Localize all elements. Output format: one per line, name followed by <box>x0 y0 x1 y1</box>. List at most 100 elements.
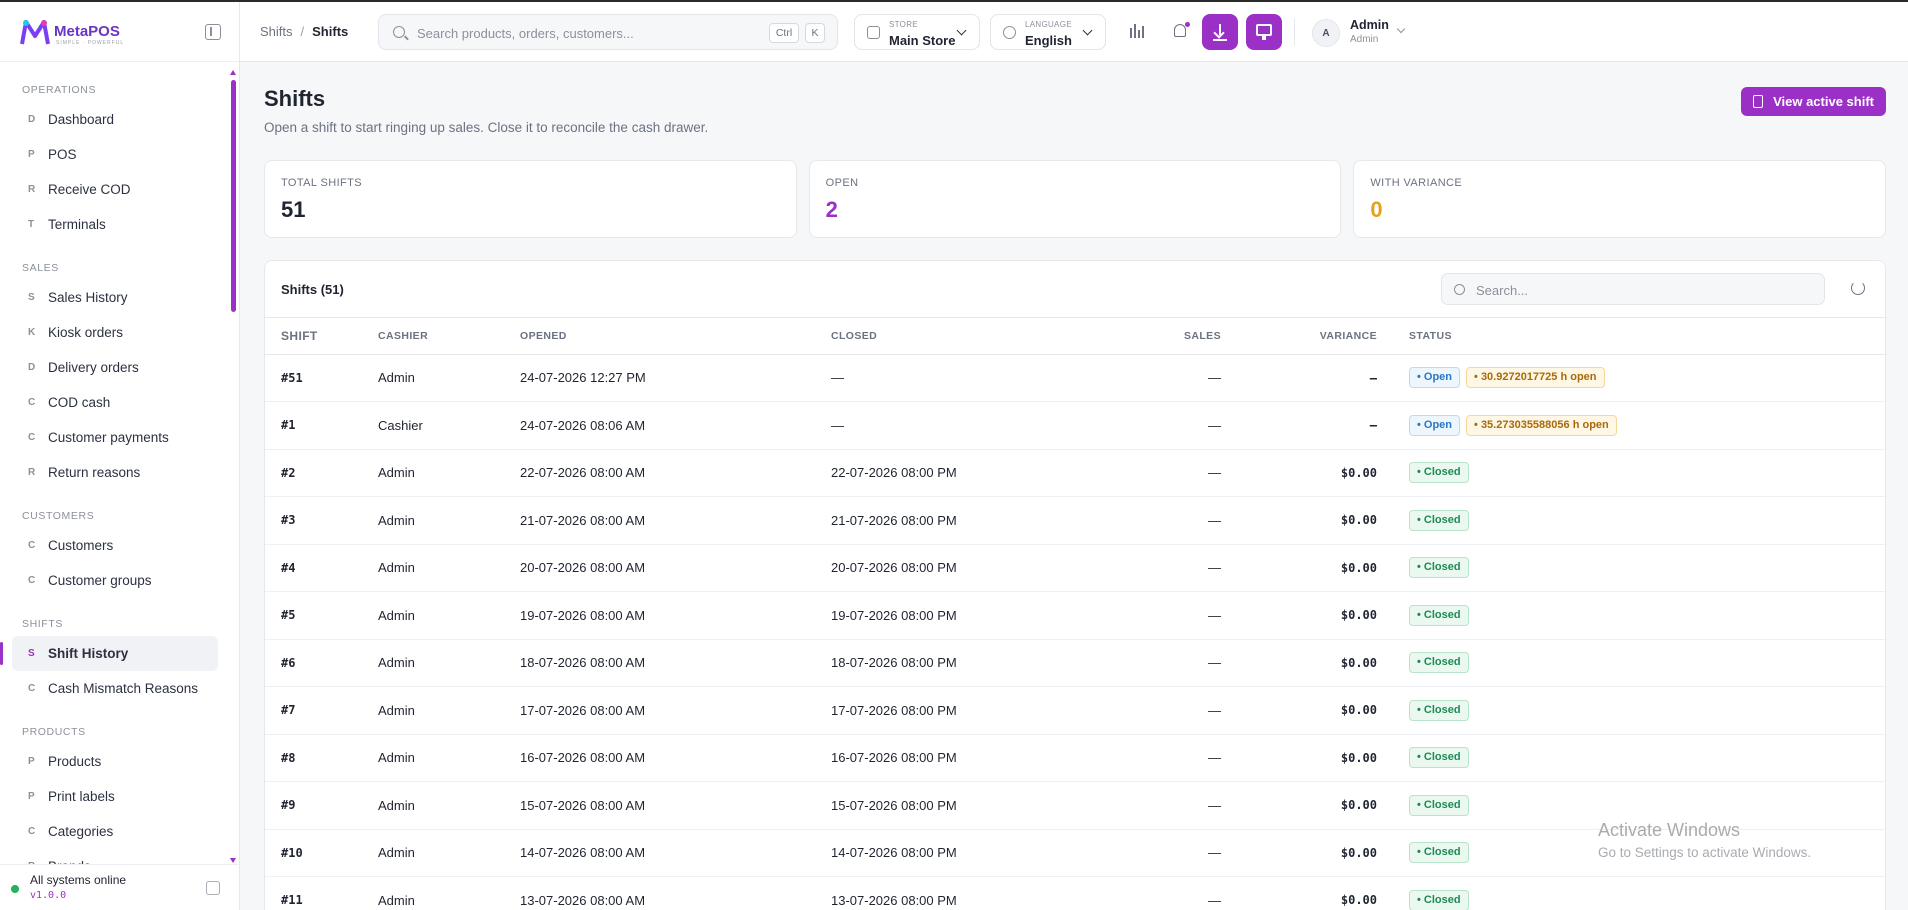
cell-shift[interactable]: #1 <box>265 401 378 450</box>
sidebar-item-categories[interactable]: C Categories <box>12 814 218 849</box>
sidebar-item-products[interactable]: P Products <box>12 744 218 779</box>
cell-shift[interactable]: #9 <box>265 781 378 830</box>
sidebar-item-print-labels[interactable]: P Print labels <box>12 779 218 814</box>
table-row[interactable]: #2 Admin 22-07-2026 08:00 AM 22-07-2026 … <box>265 449 1885 497</box>
col-cashier[interactable]: CASHIER <box>378 318 520 355</box>
refresh-icon[interactable] <box>1851 281 1865 295</box>
sidebar-item-letter-icon: S <box>28 292 35 303</box>
cell-shift[interactable]: #11 <box>265 876 378 910</box>
table-row[interactable]: #11 Admin 13-07-2026 08:00 AM 13-07-2026… <box>265 876 1885 910</box>
cell-shift[interactable]: #10 <box>265 829 378 877</box>
cell-sales: — <box>1081 829 1221 877</box>
sidebar-item-shift-history[interactable]: S Shift History <box>0 636 218 671</box>
cell-shift[interactable]: #6 <box>265 639 378 687</box>
scrollbar-up-arrow[interactable] <box>230 70 236 75</box>
col-shift[interactable]: SHIFT <box>265 318 378 355</box>
sidebar-item-customer-groups[interactable]: C Customer groups <box>12 563 218 598</box>
view-active-shift-button[interactable]: View active shift <box>1741 87 1886 116</box>
sidebar-item-receive-cod[interactable]: R Receive COD <box>12 172 218 207</box>
cell-opened: 24-07-2026 08:06 AM <box>520 401 831 450</box>
sidebar-toggle-icon[interactable] <box>206 881 220 895</box>
cell-shift[interactable]: #2 <box>265 449 378 497</box>
cell-opened: 16-07-2026 08:00 AM <box>520 734 831 782</box>
brand-name: MetaPOS <box>54 23 120 40</box>
brand[interactable]: MetaPOS SIMPLE · POWERFUL <box>0 2 239 62</box>
table-row[interactable]: #6 Admin 18-07-2026 08:00 AM 18-07-2026 … <box>265 639 1885 687</box>
cell-status: • Closed <box>1377 639 1885 687</box>
sidebar-item-letter-icon: R <box>28 184 36 195</box>
col-variance[interactable]: VARIANCE <box>1221 318 1377 355</box>
breadcrumb-separator: / <box>300 24 305 39</box>
status-badge: • Closed <box>1409 747 1469 769</box>
reports-chart-icon[interactable] <box>1118 14 1154 50</box>
cell-opened: 19-07-2026 08:00 AM <box>520 591 831 640</box>
table-row[interactable]: #8 Admin 16-07-2026 08:00 AM 16-07-2026 … <box>265 734 1885 782</box>
cell-variance: $0.00 <box>1221 781 1377 830</box>
cell-shift[interactable]: #8 <box>265 734 378 782</box>
sidebar-collapse-icon[interactable] <box>205 24 221 40</box>
cell-status: • Closed <box>1377 591 1885 640</box>
sidebar-item-letter-icon: P <box>28 756 35 767</box>
table-search-input[interactable] <box>1476 280 1796 300</box>
language-selector[interactable]: LANGUAGE English <box>990 14 1106 50</box>
cell-variance: $0.00 <box>1221 829 1377 877</box>
cell-shift[interactable]: #51 <box>265 354 378 402</box>
sidebar-item-sales-history[interactable]: S Sales History <box>12 280 218 315</box>
sidebar-item-letter-icon: R <box>28 467 36 478</box>
sidebar-item-kiosk-orders[interactable]: K Kiosk orders <box>12 315 218 350</box>
status-badge: • Closed <box>1409 604 1469 626</box>
sidebar-item-pos[interactable]: P POS <box>12 137 218 172</box>
notifications-bell-icon[interactable] <box>1162 14 1198 50</box>
pos-register-button[interactable] <box>1246 14 1282 50</box>
col-opened[interactable]: OPENED <box>520 318 831 355</box>
table-row[interactable]: #1 Cashier 24-07-2026 08:06 AM — — — • O… <box>265 401 1885 450</box>
cell-closed: 22-07-2026 08:00 PM <box>831 449 1081 497</box>
table-row[interactable]: #5 Admin 19-07-2026 08:00 AM 19-07-2026 … <box>265 591 1885 640</box>
sidebar-item-return-reasons[interactable]: R Return reasons <box>12 455 218 490</box>
cell-shift[interactable]: #7 <box>265 686 378 735</box>
sidebar-item-label: Receive COD <box>48 182 131 197</box>
status-badge: • Closed <box>1409 842 1469 864</box>
scrollbar-down-arrow[interactable] <box>230 858 236 863</box>
sidebar-item-label: POS <box>48 147 77 162</box>
download-button[interactable] <box>1202 14 1238 50</box>
col-closed[interactable]: CLOSED <box>831 318 1081 355</box>
cell-closed: 16-07-2026 08:00 PM <box>831 734 1081 782</box>
sidebar-item-dashboard[interactable]: D Dashboard <box>12 102 218 137</box>
table-row[interactable]: #51 Admin 24-07-2026 12:27 PM — — — • Op… <box>265 354 1885 402</box>
sidebar-item-terminals[interactable]: T Terminals <box>12 207 218 242</box>
user-menu-chevron-icon[interactable] <box>1396 24 1406 34</box>
cell-shift[interactable]: #5 <box>265 591 378 640</box>
sidebar-section-label: PRODUCTS <box>22 726 86 738</box>
cell-cashier: Admin <box>378 734 520 782</box>
sidebar-item-delivery-orders[interactable]: D Delivery orders <box>12 350 218 385</box>
global-search[interactable]: Ctrl K <box>378 14 838 50</box>
cell-variance: $0.00 <box>1221 876 1377 910</box>
table-search[interactable] <box>1441 273 1825 305</box>
sidebar-item-label: Cash Mismatch Reasons <box>48 681 199 696</box>
table-row[interactable]: #3 Admin 21-07-2026 08:00 AM 21-07-2026 … <box>265 496 1885 545</box>
avatar[interactable]: A <box>1312 19 1340 47</box>
table-row[interactable]: #4 Admin 20-07-2026 08:00 AM 20-07-2026 … <box>265 544 1885 592</box>
sidebar-item-customers[interactable]: C Customers <box>12 528 218 563</box>
user-name[interactable]: Admin <box>1350 18 1389 32</box>
col-sales[interactable]: SALES <box>1081 318 1221 355</box>
cell-variance: $0.00 <box>1221 686 1377 735</box>
sidebar-item-letter-icon: C <box>28 432 36 443</box>
sidebar-item-letter-icon: P <box>28 149 35 160</box>
sidebar-item-label: Dashboard <box>48 112 115 127</box>
sidebar-item-cod-cash[interactable]: C COD cash <box>12 385 218 420</box>
cell-shift[interactable]: #3 <box>265 496 378 545</box>
col-status[interactable]: STATUS <box>1377 318 1885 355</box>
sidebar-item-customer-payments[interactable]: C Customer payments <box>12 420 218 455</box>
global-search-input[interactable] <box>417 23 737 43</box>
sidebar-item-brands[interactable]: BBrands <box>12 849 218 864</box>
sidebar-scrollbar-thumb[interactable] <box>231 80 236 312</box>
breadcrumb-parent[interactable]: Shifts <box>260 24 293 39</box>
cell-closed: 13-07-2026 08:00 PM <box>831 876 1081 910</box>
table-row[interactable]: #7 Admin 17-07-2026 08:00 AM 17-07-2026 … <box>265 686 1885 735</box>
cell-shift[interactable]: #4 <box>265 544 378 592</box>
header-divider <box>1294 18 1295 46</box>
store-selector[interactable]: STORE Main Store <box>854 14 980 50</box>
sidebar-item-cash-mismatch-reasons[interactable]: C Cash Mismatch Reasons <box>12 671 218 706</box>
